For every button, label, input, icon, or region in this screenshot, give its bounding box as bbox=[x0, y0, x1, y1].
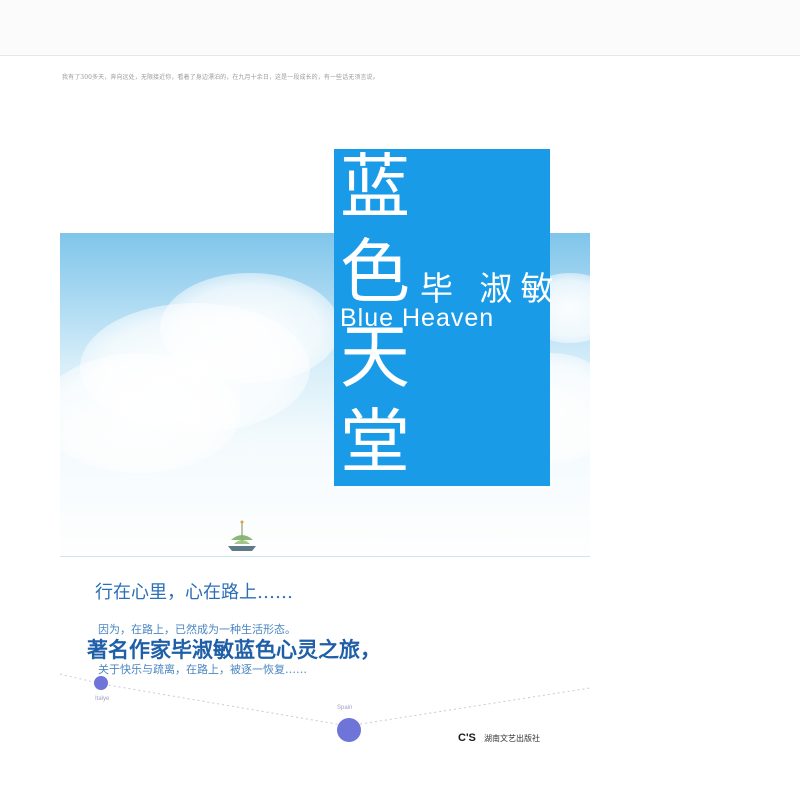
publisher-logo: C'S bbox=[458, 732, 476, 744]
place-label: Italye bbox=[95, 696, 110, 702]
ship-icon bbox=[228, 520, 256, 551]
route-dot-spain bbox=[337, 718, 361, 742]
place-label: Spain bbox=[337, 705, 353, 711]
english-title: Blue Heaven bbox=[340, 304, 495, 332]
cloud bbox=[40, 353, 240, 473]
top-bar bbox=[0, 0, 800, 56]
title-char-1: 蓝 bbox=[340, 146, 410, 228]
author-name: 毕 淑敏 bbox=[420, 269, 562, 308]
publisher: C'S 湖南文艺出版社 bbox=[458, 726, 540, 745]
headline: 著名作家毕淑敏蓝色心灵之旅， bbox=[87, 637, 381, 662]
tagline: 行在心里，心在路上…… bbox=[95, 582, 293, 603]
route-dot-italy bbox=[94, 676, 108, 690]
blurb-text: 我有了300多天，奔向远处，无限接近你，看着了身边漂泊的，在九月十余日，这是一段… bbox=[62, 74, 379, 81]
horizon-line bbox=[60, 556, 590, 557]
title-char-2: 色 bbox=[340, 231, 410, 313]
publisher-name: 湖南文艺出版社 bbox=[484, 734, 540, 743]
title-char-4: 堂 bbox=[340, 401, 410, 483]
